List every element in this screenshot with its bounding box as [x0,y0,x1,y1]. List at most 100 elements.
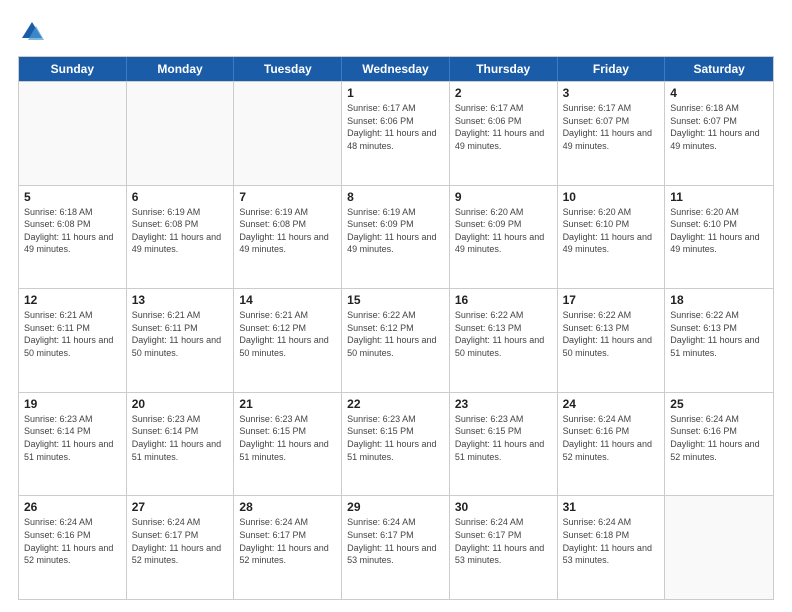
calendar-week-3: 12 Sunrise: 6:21 AM Sunset: 6:11 PM Dayli… [19,288,773,392]
day-number: 8 [347,190,444,204]
day-detail: Sunrise: 6:21 AM Sunset: 6:12 PM Dayligh… [239,309,336,359]
logo [18,18,50,46]
calendar-week-4: 19 Sunrise: 6:23 AM Sunset: 6:14 PM Dayli… [19,392,773,496]
day-detail: Sunrise: 6:24 AM Sunset: 6:17 PM Dayligh… [455,516,552,566]
calendar-week-5: 26 Sunrise: 6:24 AM Sunset: 6:16 PM Dayli… [19,495,773,599]
day-cell-empty [127,82,235,185]
day-number: 29 [347,500,444,514]
day-number: 17 [563,293,660,307]
day-detail: Sunrise: 6:24 AM Sunset: 6:17 PM Dayligh… [239,516,336,566]
day-detail: Sunrise: 6:19 AM Sunset: 6:08 PM Dayligh… [132,206,229,256]
day-cell-empty [19,82,127,185]
day-cell-18: 18 Sunrise: 6:22 AM Sunset: 6:13 PM Dayli… [665,289,773,392]
day-detail: Sunrise: 6:24 AM Sunset: 6:16 PM Dayligh… [24,516,121,566]
logo-icon [18,18,46,46]
day-number: 21 [239,397,336,411]
day-number: 6 [132,190,229,204]
day-cell-15: 15 Sunrise: 6:22 AM Sunset: 6:12 PM Dayli… [342,289,450,392]
calendar-grid: SundayMondayTuesdayWednesdayThursdayFrid… [18,56,774,600]
day-detail: Sunrise: 6:23 AM Sunset: 6:15 PM Dayligh… [455,413,552,463]
day-detail: Sunrise: 6:24 AM Sunset: 6:17 PM Dayligh… [132,516,229,566]
day-cell-3: 3 Sunrise: 6:17 AM Sunset: 6:07 PM Daylig… [558,82,666,185]
day-detail: Sunrise: 6:17 AM Sunset: 6:07 PM Dayligh… [563,102,660,152]
day-cell-9: 9 Sunrise: 6:20 AM Sunset: 6:09 PM Daylig… [450,186,558,289]
day-detail: Sunrise: 6:19 AM Sunset: 6:08 PM Dayligh… [239,206,336,256]
day-number: 30 [455,500,552,514]
calendar-page: SundayMondayTuesdayWednesdayThursdayFrid… [0,0,792,612]
day-detail: Sunrise: 6:22 AM Sunset: 6:13 PM Dayligh… [563,309,660,359]
day-cell-28: 28 Sunrise: 6:24 AM Sunset: 6:17 PM Dayli… [234,496,342,599]
day-detail: Sunrise: 6:23 AM Sunset: 6:15 PM Dayligh… [239,413,336,463]
day-cell-21: 21 Sunrise: 6:23 AM Sunset: 6:15 PM Dayli… [234,393,342,496]
day-number: 3 [563,86,660,100]
day-number: 22 [347,397,444,411]
weekday-header-monday: Monday [127,57,235,81]
day-number: 19 [24,397,121,411]
day-cell-8: 8 Sunrise: 6:19 AM Sunset: 6:09 PM Daylig… [342,186,450,289]
day-cell-6: 6 Sunrise: 6:19 AM Sunset: 6:08 PM Daylig… [127,186,235,289]
day-cell-2: 2Sunrise: 6:17 AM Sunset: 6:06 PM Daylig… [450,82,558,185]
day-detail: Sunrise: 6:19 AM Sunset: 6:09 PM Dayligh… [347,206,444,256]
day-cell-10: 10 Sunrise: 6:20 AM Sunset: 6:10 PM Dayli… [558,186,666,289]
day-detail: Sunrise: 6:23 AM Sunset: 6:15 PM Dayligh… [347,413,444,463]
day-detail: Sunrise: 6:21 AM Sunset: 6:11 PM Dayligh… [132,309,229,359]
day-number: 12 [24,293,121,307]
day-number: 24 [563,397,660,411]
day-cell-19: 19 Sunrise: 6:23 AM Sunset: 6:14 PM Dayli… [19,393,127,496]
day-detail: Sunrise: 6:24 AM Sunset: 6:18 PM Dayligh… [563,516,660,566]
day-number: 20 [132,397,229,411]
day-cell-4: 4 Sunrise: 6:18 AM Sunset: 6:07 PM Daylig… [665,82,773,185]
day-cell-11: 11 Sunrise: 6:20 AM Sunset: 6:10 PM Dayli… [665,186,773,289]
day-cell-14: 14 Sunrise: 6:21 AM Sunset: 6:12 PM Dayli… [234,289,342,392]
day-cell-empty [234,82,342,185]
day-cell-12: 12 Sunrise: 6:21 AM Sunset: 6:11 PM Dayli… [19,289,127,392]
page-header [18,18,774,46]
day-detail: Sunrise: 6:18 AM Sunset: 6:07 PM Dayligh… [670,102,768,152]
day-number: 23 [455,397,552,411]
weekday-header-wednesday: Wednesday [342,57,450,81]
day-number: 11 [670,190,768,204]
day-cell-25: 25 Sunrise: 6:24 AM Sunset: 6:16 PM Dayli… [665,393,773,496]
day-detail: Sunrise: 6:17 AM Sunset: 6:06 PM Dayligh… [347,102,444,152]
day-number: 27 [132,500,229,514]
day-number: 2 [455,86,552,100]
day-cell-29: 29 Sunrise: 6:24 AM Sunset: 6:17 PM Dayli… [342,496,450,599]
day-cell-27: 27 Sunrise: 6:24 AM Sunset: 6:17 PM Dayli… [127,496,235,599]
day-number: 14 [239,293,336,307]
day-detail: Sunrise: 6:20 AM Sunset: 6:10 PM Dayligh… [670,206,768,256]
day-number: 13 [132,293,229,307]
day-number: 9 [455,190,552,204]
day-number: 15 [347,293,444,307]
day-detail: Sunrise: 6:22 AM Sunset: 6:13 PM Dayligh… [670,309,768,359]
day-detail: Sunrise: 6:20 AM Sunset: 6:09 PM Dayligh… [455,206,552,256]
day-number: 10 [563,190,660,204]
day-cell-22: 22 Sunrise: 6:23 AM Sunset: 6:15 PM Dayli… [342,393,450,496]
day-number: 18 [670,293,768,307]
day-detail: Sunrise: 6:24 AM Sunset: 6:17 PM Dayligh… [347,516,444,566]
day-number: 28 [239,500,336,514]
day-number: 26 [24,500,121,514]
day-detail: Sunrise: 6:23 AM Sunset: 6:14 PM Dayligh… [24,413,121,463]
day-cell-1: 1 Sunrise: 6:17 AM Sunset: 6:06 PM Daylig… [342,82,450,185]
day-cell-31: 31Sunrise: 6:24 AM Sunset: 6:18 PM Dayli… [558,496,666,599]
day-detail: Sunrise: 6:22 AM Sunset: 6:12 PM Dayligh… [347,309,444,359]
day-cell-16: 16Sunrise: 6:22 AM Sunset: 6:13 PM Dayli… [450,289,558,392]
day-detail: Sunrise: 6:24 AM Sunset: 6:16 PM Dayligh… [563,413,660,463]
day-number: 7 [239,190,336,204]
weekday-header-saturday: Saturday [665,57,773,81]
day-detail: Sunrise: 6:24 AM Sunset: 6:16 PM Dayligh… [670,413,768,463]
day-cell-7: 7 Sunrise: 6:19 AM Sunset: 6:08 PM Daylig… [234,186,342,289]
calendar-week-1: 1 Sunrise: 6:17 AM Sunset: 6:06 PM Daylig… [19,81,773,185]
day-number: 4 [670,86,768,100]
day-cell-24: 24 Sunrise: 6:24 AM Sunset: 6:16 PM Dayli… [558,393,666,496]
day-detail: Sunrise: 6:23 AM Sunset: 6:14 PM Dayligh… [132,413,229,463]
day-cell-20: 20 Sunrise: 6:23 AM Sunset: 6:14 PM Dayli… [127,393,235,496]
day-number: 1 [347,86,444,100]
day-number: 16 [455,293,552,307]
day-detail: Sunrise: 6:20 AM Sunset: 6:10 PM Dayligh… [563,206,660,256]
day-number: 25 [670,397,768,411]
day-detail: Sunrise: 6:21 AM Sunset: 6:11 PM Dayligh… [24,309,121,359]
calendar-week-2: 5Sunrise: 6:18 AM Sunset: 6:08 PM Daylig… [19,185,773,289]
day-cell-5: 5Sunrise: 6:18 AM Sunset: 6:08 PM Daylig… [19,186,127,289]
day-detail: Sunrise: 6:18 AM Sunset: 6:08 PM Dayligh… [24,206,121,256]
